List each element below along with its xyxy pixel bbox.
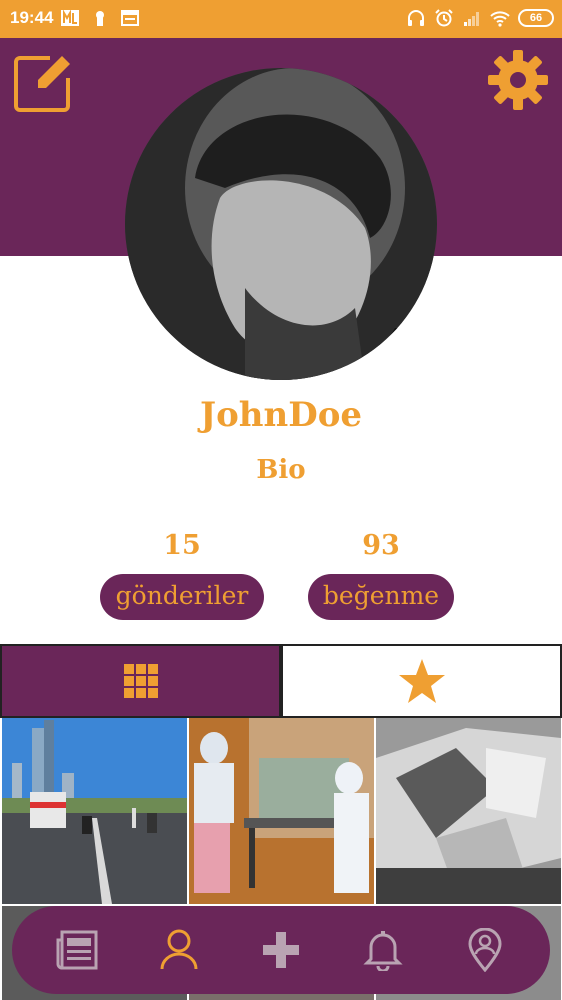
bio: Bio <box>256 455 306 485</box>
likes-count: 93 <box>362 530 400 561</box>
grid-icon <box>123 664 158 698</box>
photo-city-traffic <box>2 718 187 904</box>
signal-icon <box>464 12 479 26</box>
photo-medical-stretcher <box>189 718 374 904</box>
newspaper-icon <box>56 930 98 970</box>
nav-news[interactable] <box>51 924 103 976</box>
keyhole-icon <box>96 11 104 26</box>
photo-tile[interactable] <box>2 718 187 904</box>
ml-icon <box>61 9 79 26</box>
posts-button[interactable]: gönderiler <box>100 574 264 620</box>
photo-car-crash <box>376 718 561 904</box>
nav-add[interactable] <box>255 924 307 976</box>
status-time: 19:44 <box>10 8 54 27</box>
nav-location[interactable] <box>459 924 511 976</box>
status-left-icons <box>60 8 140 28</box>
photo-tile[interactable] <box>376 718 561 904</box>
star-icon <box>398 659 445 703</box>
gear-icon[interactable] <box>486 48 550 112</box>
status-right-icons: 66 <box>406 8 554 28</box>
nav-profile[interactable] <box>153 924 205 976</box>
user-icon <box>160 929 198 970</box>
edit-icon[interactable] <box>12 50 76 114</box>
photo-tile[interactable] <box>189 718 374 904</box>
plus-icon <box>263 932 299 968</box>
posts-count: 15 <box>163 530 201 561</box>
window-icon <box>121 10 139 26</box>
tab-grid[interactable] <box>0 644 281 718</box>
avatar[interactable] <box>125 68 437 380</box>
location-icon <box>468 928 502 972</box>
battery-indicator: 66 <box>518 9 554 27</box>
wifi-icon <box>490 11 510 27</box>
bottom-nav <box>12 906 550 994</box>
avatar-photo <box>125 68 437 380</box>
headphones-icon <box>408 10 424 26</box>
alarm-icon <box>435 9 453 27</box>
nav-notifications[interactable] <box>357 924 409 976</box>
username: JohnDoe <box>200 395 362 435</box>
tab-favorites[interactable] <box>281 644 562 718</box>
status-bar: 19:44 66 <box>0 0 562 38</box>
bell-icon <box>363 931 403 971</box>
likes-button[interactable]: beğenme <box>308 574 454 620</box>
